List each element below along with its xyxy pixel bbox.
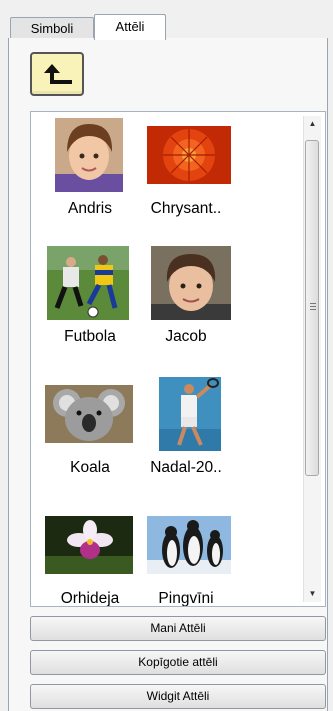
widgit-images-button[interactable]: Widgit Attēli: [30, 684, 326, 709]
shared-images-button[interactable]: Kopīgotie attēli: [30, 650, 326, 675]
image-item-penguins[interactable]: Pingvīni: [141, 508, 231, 606]
folder-up-icon: [44, 64, 72, 84]
vertical-scrollbar[interactable]: ▲ ▼: [303, 116, 321, 602]
scroll-down-icon[interactable]: ▼: [304, 586, 321, 602]
image-label: Jacob: [165, 328, 207, 345]
red-flower-thumbnail: [141, 118, 231, 200]
image-item-jacob[interactable]: Jacob: [141, 246, 231, 366]
image-item-koala[interactable]: Koala: [45, 377, 135, 497]
scrollbar-thumb[interactable]: [305, 140, 319, 476]
image-item-football[interactable]: Futbola: [45, 246, 135, 366]
boy-portrait-thumbnail: [45, 118, 135, 200]
image-grid[interactable]: Andris Chrysant.. Futbola Jacob Koala Na…: [30, 111, 326, 607]
orchid-thumbnail: [45, 508, 135, 590]
grip-icon: [310, 303, 316, 312]
image-item-orchid[interactable]: Orhideja: [45, 508, 135, 606]
image-label: Orhideja: [60, 590, 120, 607]
tab-symbols[interactable]: Simboli: [10, 17, 94, 39]
image-label: Koala: [70, 459, 110, 476]
image-label: Chrysant..: [150, 200, 222, 217]
scroll-up-icon[interactable]: ▲: [304, 116, 321, 132]
image-label: Futbola: [64, 328, 116, 345]
boy-portrait-thumbnail: [141, 246, 231, 328]
image-label: Nadal-20..: [150, 459, 222, 476]
image-item-nadal[interactable]: Nadal-20..: [141, 377, 231, 497]
image-item-chrysanthemum[interactable]: Chrysant..: [141, 118, 231, 238]
my-images-button[interactable]: Mani Attēli: [30, 616, 326, 641]
folder-up-button[interactable]: [30, 52, 84, 96]
image-item-andris[interactable]: Andris: [45, 118, 135, 238]
tab-images[interactable]: Attēli: [94, 14, 166, 40]
tennis-player-thumbnail: [141, 377, 231, 459]
penguins-thumbnail: [141, 508, 231, 590]
tab-strip: Simboli Attēli: [0, 0, 333, 40]
image-label: Andris: [68, 200, 112, 217]
image-label: Pingvīni: [158, 590, 214, 607]
koala-thumbnail: [45, 377, 135, 459]
football-players-thumbnail: [45, 246, 135, 328]
